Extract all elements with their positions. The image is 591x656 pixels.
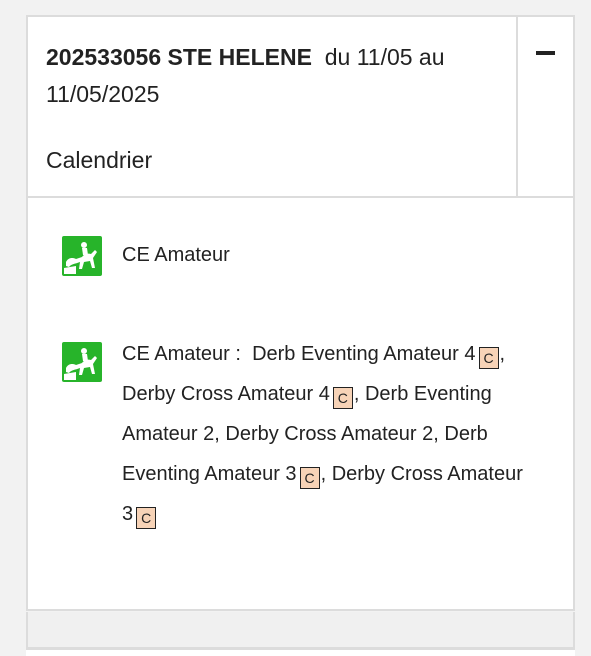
next-panel-edge bbox=[26, 648, 575, 656]
event-list: CE Amateur : Derb Eventing Amateur 4C, D… bbox=[122, 334, 532, 534]
class-badge: C bbox=[299, 467, 320, 489]
event-item: Derb Eventing Amateur 4 bbox=[252, 343, 476, 365]
collapse-area[interactable] bbox=[516, 17, 573, 196]
horse-rider-icon bbox=[62, 236, 102, 276]
event-prefix: CE Amateur : bbox=[122, 343, 241, 365]
panel-subtitle: Calendrier bbox=[46, 147, 153, 173]
minus-icon[interactable] bbox=[536, 51, 555, 55]
competition-title: 202533056 STE HELENE du 11/05 au 11/05/2… bbox=[46, 39, 498, 113]
header-main: 202533056 STE HELENE du 11/05 au 11/05/2… bbox=[28, 17, 516, 196]
competition-code-name: 202533056 STE HELENE bbox=[46, 44, 312, 70]
class-badge: C bbox=[478, 347, 499, 369]
class-badge: C bbox=[332, 387, 353, 409]
entry-label: CE Amateur bbox=[122, 244, 230, 266]
horse-rider-icon bbox=[62, 342, 102, 382]
class-badge: C bbox=[136, 507, 157, 529]
event-item: Derby Cross Amateur 2 bbox=[225, 423, 434, 445]
panel-header: 202533056 STE HELENE du 11/05 au 11/05/2… bbox=[28, 17, 573, 198]
panel-body: CE Amateur CE Amateur : Derb Eventing Am… bbox=[28, 198, 573, 609]
panel-footer bbox=[26, 612, 575, 649]
competition-panel: 202533056 STE HELENE du 11/05 au 11/05/2… bbox=[26, 15, 575, 611]
event-item: Derby Cross Amateur 4 bbox=[122, 383, 330, 405]
